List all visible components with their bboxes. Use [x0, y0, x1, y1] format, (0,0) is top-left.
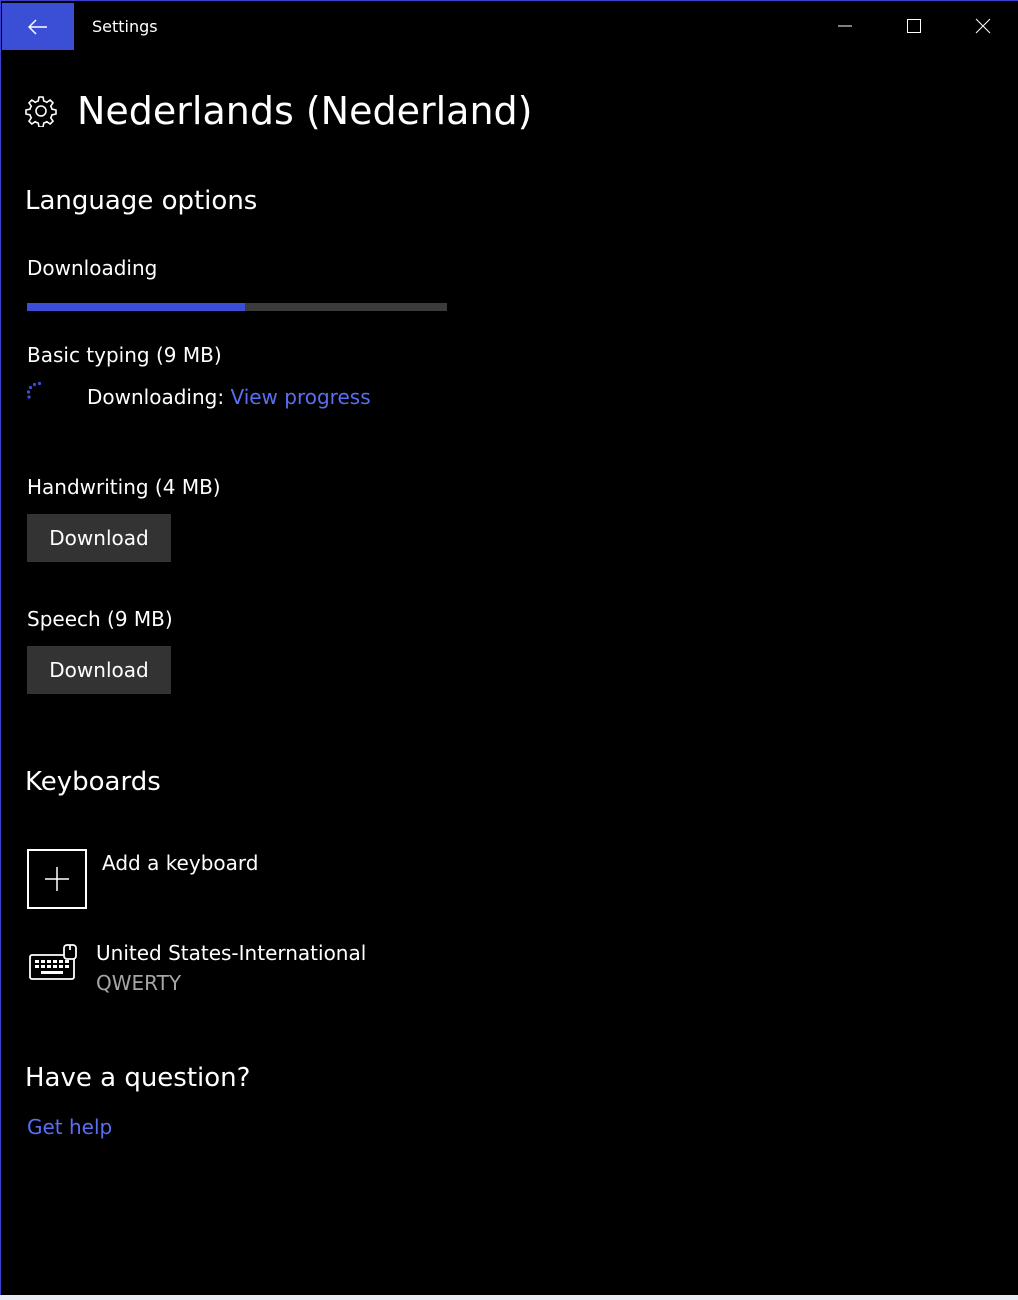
- add-keyboard-button[interactable]: [27, 849, 87, 909]
- handwriting-label: Handwriting (4 MB): [27, 475, 221, 499]
- download-progress-bar: [27, 303, 447, 311]
- keyboards-heading: Keyboards: [25, 767, 161, 797]
- basic-typing-status-text: Downloading:: [87, 385, 225, 409]
- minimize-button[interactable]: [811, 3, 879, 49]
- minimize-icon: [838, 25, 852, 27]
- add-keyboard-label[interactable]: Add a keyboard: [102, 851, 258, 875]
- settings-window: Settings Nederlands (Nederland) Language…: [0, 0, 1018, 1295]
- language-options-heading: Language options: [25, 186, 258, 216]
- page-header: Nederlands (Nederland): [25, 85, 532, 137]
- close-icon: [975, 18, 991, 34]
- keyboard-icon: [29, 944, 77, 980]
- download-speech-button[interactable]: Download: [27, 646, 171, 694]
- back-button[interactable]: [2, 3, 74, 50]
- speech-label: Speech (9 MB): [27, 607, 173, 631]
- help-heading: Have a question?: [25, 1063, 251, 1093]
- view-progress-link[interactable]: View progress: [230, 385, 370, 409]
- maximize-button[interactable]: [880, 3, 948, 49]
- get-help-link[interactable]: Get help: [27, 1115, 112, 1139]
- close-button[interactable]: [949, 3, 1017, 49]
- maximize-icon: [907, 19, 921, 33]
- download-handwriting-button[interactable]: Download: [27, 514, 171, 562]
- keyboard-layout: QWERTY: [96, 971, 182, 995]
- plus-icon: [45, 867, 69, 891]
- download-status-label: Downloading: [27, 256, 158, 280]
- gear-icon: [25, 96, 57, 127]
- keyboard-name[interactable]: United States-International: [96, 941, 366, 965]
- basic-typing-label: Basic typing (9 MB): [27, 343, 222, 367]
- download-progress-fill: [27, 303, 246, 311]
- app-title: Settings: [92, 17, 158, 36]
- page-title: Nederlands (Nederland): [77, 89, 533, 133]
- spinner-icon: [26, 381, 42, 399]
- basic-typing-status: Downloading: View progress: [87, 385, 371, 409]
- desktop-background: [0, 1295, 1018, 1300]
- title-bar: Settings: [1, 1, 1018, 50]
- arrow-left-icon: [28, 18, 47, 35]
